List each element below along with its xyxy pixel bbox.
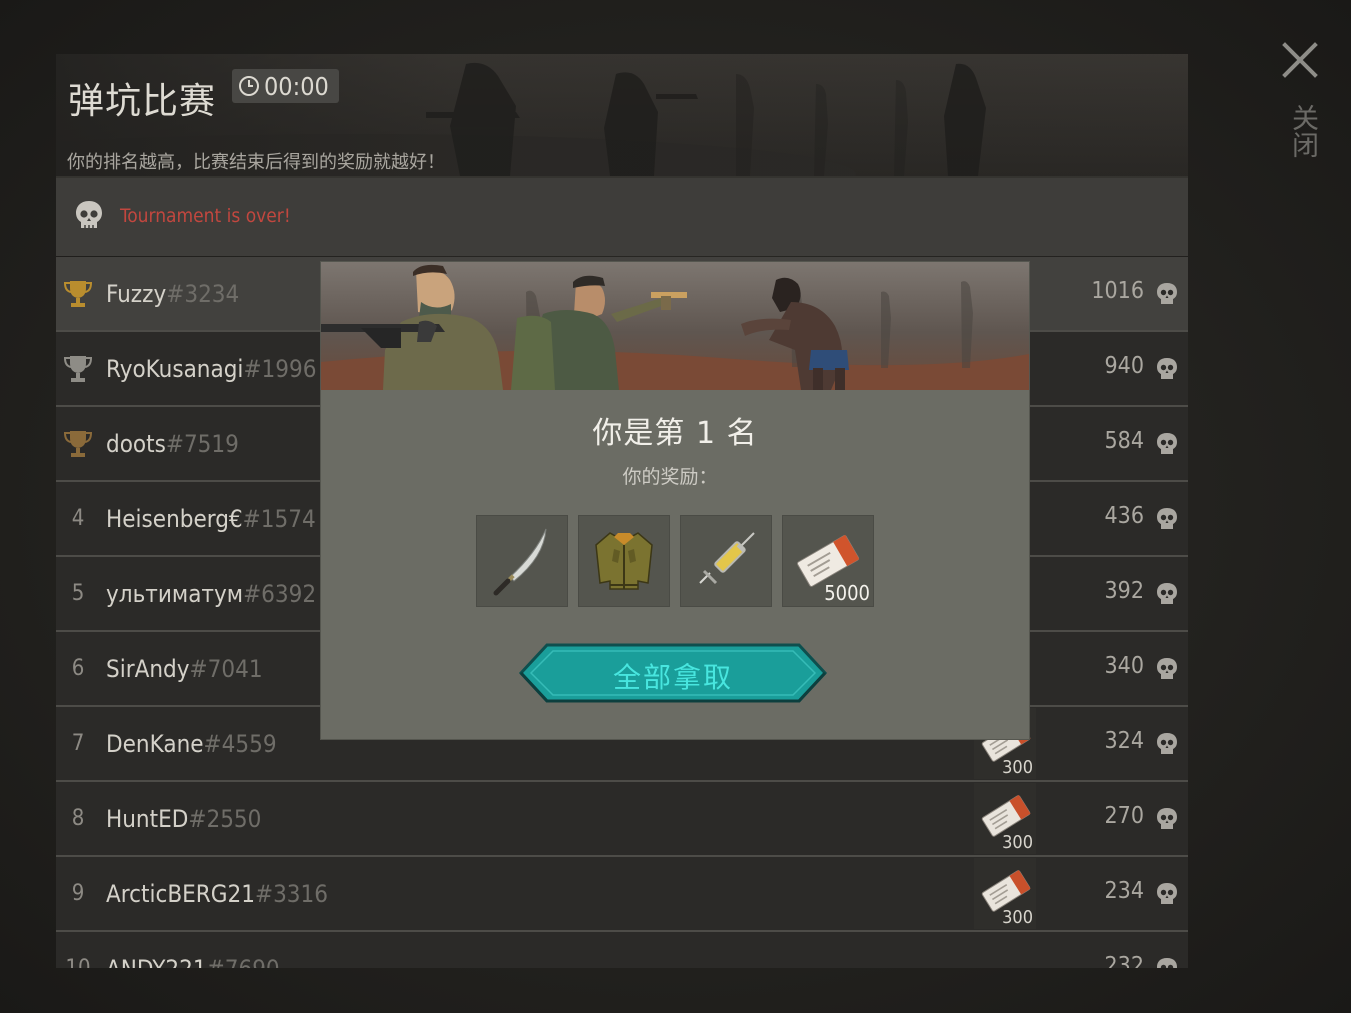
player-nickname: DenKane: [106, 730, 204, 758]
skull-icon: [1157, 658, 1177, 679]
player-score: 392: [1104, 578, 1145, 604]
player-tag: #6392: [243, 580, 317, 608]
modal-banner-art: [321, 262, 1029, 390]
tournament-title: 弹坑比赛: [68, 81, 217, 122]
player-tag: #4559: [203, 730, 277, 758]
player-score: 584: [1104, 428, 1145, 454]
skull-icon: [76, 201, 102, 228]
reward-item-katana[interactable]: [476, 515, 568, 607]
reward-item-ticket[interactable]: 5000: [782, 515, 874, 607]
player-name: DenKane#4559: [106, 727, 277, 761]
skull-icon: [1157, 433, 1177, 454]
player-name: HuntED#2550: [106, 802, 261, 836]
player-tag: #7041: [189, 655, 263, 683]
trophy-icon: [64, 281, 92, 307]
player-nickname: HuntED: [106, 805, 189, 833]
row-reward[interactable]: 300: [974, 783, 1036, 854]
skull-icon: [1157, 508, 1177, 529]
row-reward-qty: 300: [1002, 907, 1033, 928]
row-reward-qty: 300: [1002, 832, 1033, 853]
skull-icon: [1157, 283, 1177, 304]
skull-icon: [1157, 733, 1177, 754]
player-nickname: SirAndy: [106, 655, 190, 683]
player-name: doots#7519: [106, 427, 239, 461]
rank-number: 8: [71, 806, 85, 831]
player-nickname: ANDY221: [106, 955, 207, 968]
leaderboard-row[interactable]: 8 HuntED#2550 300 270: [56, 782, 1188, 857]
player-nickname: ArcticBERG21: [106, 880, 255, 908]
close-icon: [1282, 42, 1318, 78]
skull-icon: [1157, 883, 1177, 904]
player-score: 324: [1104, 728, 1145, 754]
skull-icon: [1157, 583, 1177, 604]
status-text: Tournament is over!: [120, 205, 291, 227]
modal-subtitle: 你的奖励：: [622, 466, 718, 488]
modal-title: 你是第 1 名: [592, 416, 758, 451]
player-nickname: Fuzzy: [106, 280, 167, 308]
skull-icon: [1157, 358, 1177, 379]
player-score: 234: [1104, 878, 1145, 904]
rank-number: 7: [71, 731, 85, 756]
player-nickname: ультиматум: [106, 580, 244, 608]
reward-modal: 你是第 1 名 你的奖励： 5000 全部拿取: [321, 262, 1029, 739]
player-name: RyoKusanagi#1996: [106, 352, 316, 386]
player-score: 1016: [1091, 278, 1144, 304]
player-tag: #2550: [188, 805, 262, 833]
player-name: ANDY221#7690: [106, 952, 280, 968]
player-nickname: RyoKusanagi: [106, 355, 244, 383]
player-tag: #3234: [166, 280, 240, 308]
tournament-subtitle: 你的排名越高，比赛结束后得到的奖励就越好！: [67, 152, 445, 173]
player-score: 940: [1104, 353, 1145, 379]
reward-item-qty: 5000: [824, 581, 870, 605]
rank-number: 6: [71, 656, 85, 681]
rank-number: 4: [71, 506, 85, 531]
syringe-icon: [699, 532, 755, 585]
player-score: 232: [1104, 953, 1145, 968]
row-reward[interactable]: 300: [974, 858, 1036, 929]
skull-icon: [1157, 808, 1177, 829]
reward-item-syringe[interactable]: [680, 515, 772, 607]
player-tag: #1574: [242, 505, 316, 533]
player-tag: #7519: [165, 430, 239, 458]
claim-all-button[interactable]: 全部拿取: [517, 642, 829, 704]
clock-icon: [239, 76, 259, 96]
rank-number: 5: [71, 581, 85, 606]
tournament-header: 弹坑比赛 00:00 你的排名越高，比赛结束后得到的奖励就越好！: [56, 54, 1188, 176]
row-reward-qty: 300: [1002, 757, 1033, 778]
rank-number: 9: [71, 881, 85, 906]
player-score: 436: [1104, 503, 1145, 529]
player-name: Heisenberg€#1574: [106, 502, 316, 536]
skull-icon: [1157, 958, 1177, 968]
rank-number: 10: [64, 950, 92, 968]
claim-all-label: 全部拿取: [612, 661, 733, 694]
timer-badge: 00:00: [232, 69, 339, 103]
reward-items: 5000: [476, 515, 874, 607]
trophy-icon: [64, 356, 92, 382]
timer-value: 00:00: [264, 71, 329, 101]
player-tag: #7690: [207, 955, 280, 968]
player-name: ArcticBERG21#3316: [106, 877, 328, 911]
status-bar: Tournament is over!: [56, 176, 1188, 256]
player-tag: #3316: [254, 880, 328, 908]
player-name: SirAndy#7041: [106, 652, 263, 686]
close-button[interactable]: 关闭: [1270, 38, 1330, 173]
player-score: 270: [1104, 803, 1145, 829]
player-score: 340: [1104, 653, 1145, 679]
leaderboard-row[interactable]: 10 ANDY221#7690 232: [56, 932, 1188, 968]
player-name: Fuzzy#3234: [106, 277, 239, 311]
player-nickname: Heisenberg€: [106, 505, 243, 533]
player-nickname: doots: [106, 430, 166, 458]
player-tag: #1996: [243, 355, 317, 383]
jacket-icon: [595, 532, 653, 590]
trophy-icon: [64, 431, 92, 457]
katana-icon: [493, 528, 547, 596]
reward-item-jacket[interactable]: [578, 515, 670, 607]
leaderboard-row[interactable]: 9 ArcticBERG21#3316 300 234: [56, 857, 1188, 932]
close-label: 关闭: [1287, 104, 1318, 158]
player-name: ультиматум#6392: [106, 577, 316, 611]
